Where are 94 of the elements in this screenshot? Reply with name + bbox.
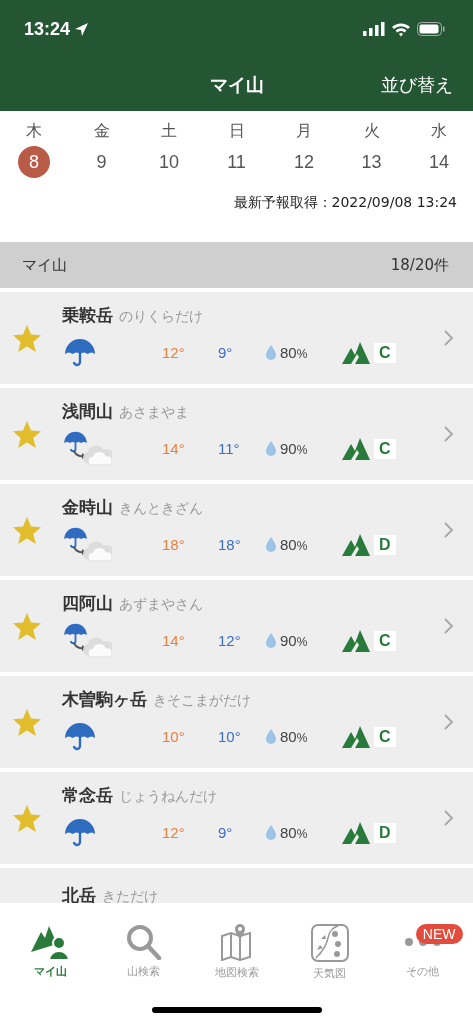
umbrella-icon <box>62 337 98 368</box>
mountain-reading: あさまやま <box>119 403 189 422</box>
low-temp: 9° <box>218 824 234 841</box>
high-temp: 14° <box>162 440 186 457</box>
mountain-name: 北岳 <box>62 884 96 903</box>
map-pin-icon <box>219 924 254 961</box>
mountain-name: 常念岳 <box>62 783 113 807</box>
new-badge: NEW <box>415 924 463 944</box>
mountains-icon <box>342 533 372 556</box>
sort-button[interactable]: 並び替え <box>381 72 453 97</box>
mountain-name: 金時山 <box>62 495 113 519</box>
precip-chance: 90% <box>280 440 308 457</box>
tab-item[interactable]: NEW その他 <box>382 924 463 1024</box>
precip-chance: 80% <box>280 824 308 841</box>
chevron-icon <box>443 426 454 442</box>
status-time: 13:24 <box>24 18 90 40</box>
mountains-icon <box>342 821 372 844</box>
high-temp: 14° <box>162 632 186 649</box>
high-temp: 10° <box>162 728 186 745</box>
grade-badge: C <box>374 630 396 651</box>
chevron-icon <box>443 522 454 538</box>
mountain-name: 四阿山 <box>62 591 113 615</box>
mountain-reading: じょうねんだけ <box>119 787 217 806</box>
day-tab[interactable]: 土 10 <box>151 121 187 178</box>
wifi-icon <box>391 21 411 37</box>
day-tab[interactable]: 日 11 <box>218 121 255 178</box>
section-title: マイ山 <box>22 255 67 275</box>
mountains-icon <box>342 629 372 652</box>
location-arrow-icon <box>74 21 90 37</box>
precip-chance: 90% <box>280 632 308 649</box>
battery-icon <box>417 22 445 36</box>
tab-item[interactable]: マイ山 <box>10 924 91 1024</box>
mountains-icon <box>342 341 372 364</box>
mountains-icon <box>342 725 372 748</box>
day-tab[interactable]: 水 14 <box>421 121 457 178</box>
grade-badge: C <box>374 726 396 747</box>
screen-title: マイ山 <box>209 72 264 97</box>
grade-badge: C <box>374 342 396 363</box>
rain-then-cloudy-icon <box>62 430 112 467</box>
mountain-name: 浅間山 <box>62 399 113 423</box>
precip-chance: 80% <box>280 536 308 553</box>
low-temp: 18° <box>218 536 242 553</box>
mountain-row[interactable]: 常念岳 じょうねんだけ 12° 9° 80% D <box>0 772 473 864</box>
chevron-icon <box>443 330 454 346</box>
chevron-icon <box>443 714 454 730</box>
mountain-reading: のりくらだけ <box>119 307 203 326</box>
mountain-name: 木曽駒ヶ岳 <box>62 687 147 711</box>
mountain-row[interactable]: 金時山 きんときざん 18° 18° 80% D <box>0 484 473 576</box>
mountain-count: 18/20件 <box>390 255 449 275</box>
mountains-icon <box>342 437 372 460</box>
day-tab[interactable]: 木 8 <box>16 121 52 178</box>
forecast-timestamp: 最新予報取得：2022/09/08 13:24 <box>232 193 458 212</box>
mountain-row[interactable]: 北岳 きただけ <box>0 868 473 903</box>
grade-badge: D <box>374 534 396 555</box>
raindrop-icon <box>266 825 276 840</box>
raindrop-icon <box>266 537 276 552</box>
chevron-icon <box>443 810 454 826</box>
more-dots-icon <box>404 938 441 946</box>
chevron-icon <box>443 618 454 634</box>
mountain-row[interactable]: 木曽駒ヶ岳 きそこまがだけ 10° 10° 80% C <box>0 676 473 768</box>
low-temp: 11° <box>218 440 241 457</box>
precip-chance: 80% <box>280 728 308 745</box>
high-temp: 12° <box>162 824 186 841</box>
day-tab[interactable]: 月 12 <box>286 121 322 178</box>
signal-icon <box>363 22 385 36</box>
mountain-name: 乗鞍岳 <box>62 303 113 327</box>
precip-chance: 80% <box>280 344 308 361</box>
mountain-row[interactable]: 乗鞍岳 のりくらだけ 12° 9° 80% C <box>0 292 473 384</box>
grade-badge: C <box>374 438 396 459</box>
high-temp: 18° <box>162 536 186 553</box>
grade-badge: D <box>374 822 396 843</box>
rain-then-cloudy-icon <box>62 526 112 563</box>
low-temp: 12° <box>218 632 242 649</box>
mountain-row[interactable]: 浅間山 あさまやま 14° 11° 90% C <box>0 388 473 480</box>
day-tab[interactable]: 金 9 <box>83 121 120 178</box>
low-temp: 10° <box>218 728 242 745</box>
raindrop-icon <box>266 633 276 648</box>
low-temp: 9° <box>218 344 234 361</box>
mountain-reading: あずまやさん <box>119 595 203 614</box>
mountain-reading: きそこまがだけ <box>153 691 251 710</box>
weather-map-icon <box>310 924 349 962</box>
mountain-person-icon <box>30 924 71 960</box>
raindrop-icon <box>266 729 276 744</box>
search-icon <box>125 924 162 960</box>
mountain-reading: きただけ <box>102 888 158 903</box>
raindrop-icon <box>266 345 276 360</box>
umbrella-icon <box>62 817 98 848</box>
day-tab[interactable]: 火 13 <box>353 121 390 178</box>
umbrella-icon <box>62 721 98 752</box>
raindrop-icon <box>266 441 276 456</box>
rain-then-cloudy-icon <box>62 622 112 659</box>
mountain-row[interactable]: 四阿山 あずまやさん 14° 12° 90% C <box>0 580 473 672</box>
high-temp: 12° <box>162 344 186 361</box>
mountain-reading: きんときざん <box>119 499 203 518</box>
